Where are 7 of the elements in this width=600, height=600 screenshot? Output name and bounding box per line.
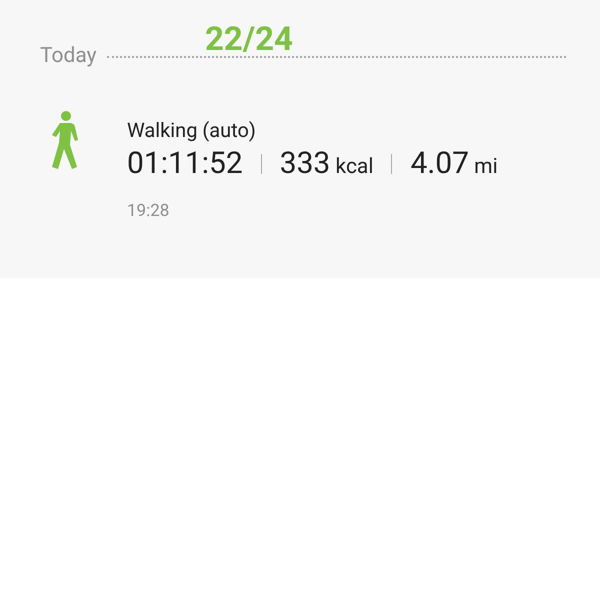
page-counter: 22/24 xyxy=(205,20,293,59)
stat-value: 333 kcal xyxy=(280,146,374,181)
stat-value: 4.07 mi xyxy=(410,146,498,181)
activity-time: 19:28 xyxy=(127,201,170,221)
activity-name: Walking (auto) xyxy=(127,118,257,142)
section-title: Today xyxy=(40,44,97,68)
stat-value: 01:11:52 xyxy=(127,146,243,181)
